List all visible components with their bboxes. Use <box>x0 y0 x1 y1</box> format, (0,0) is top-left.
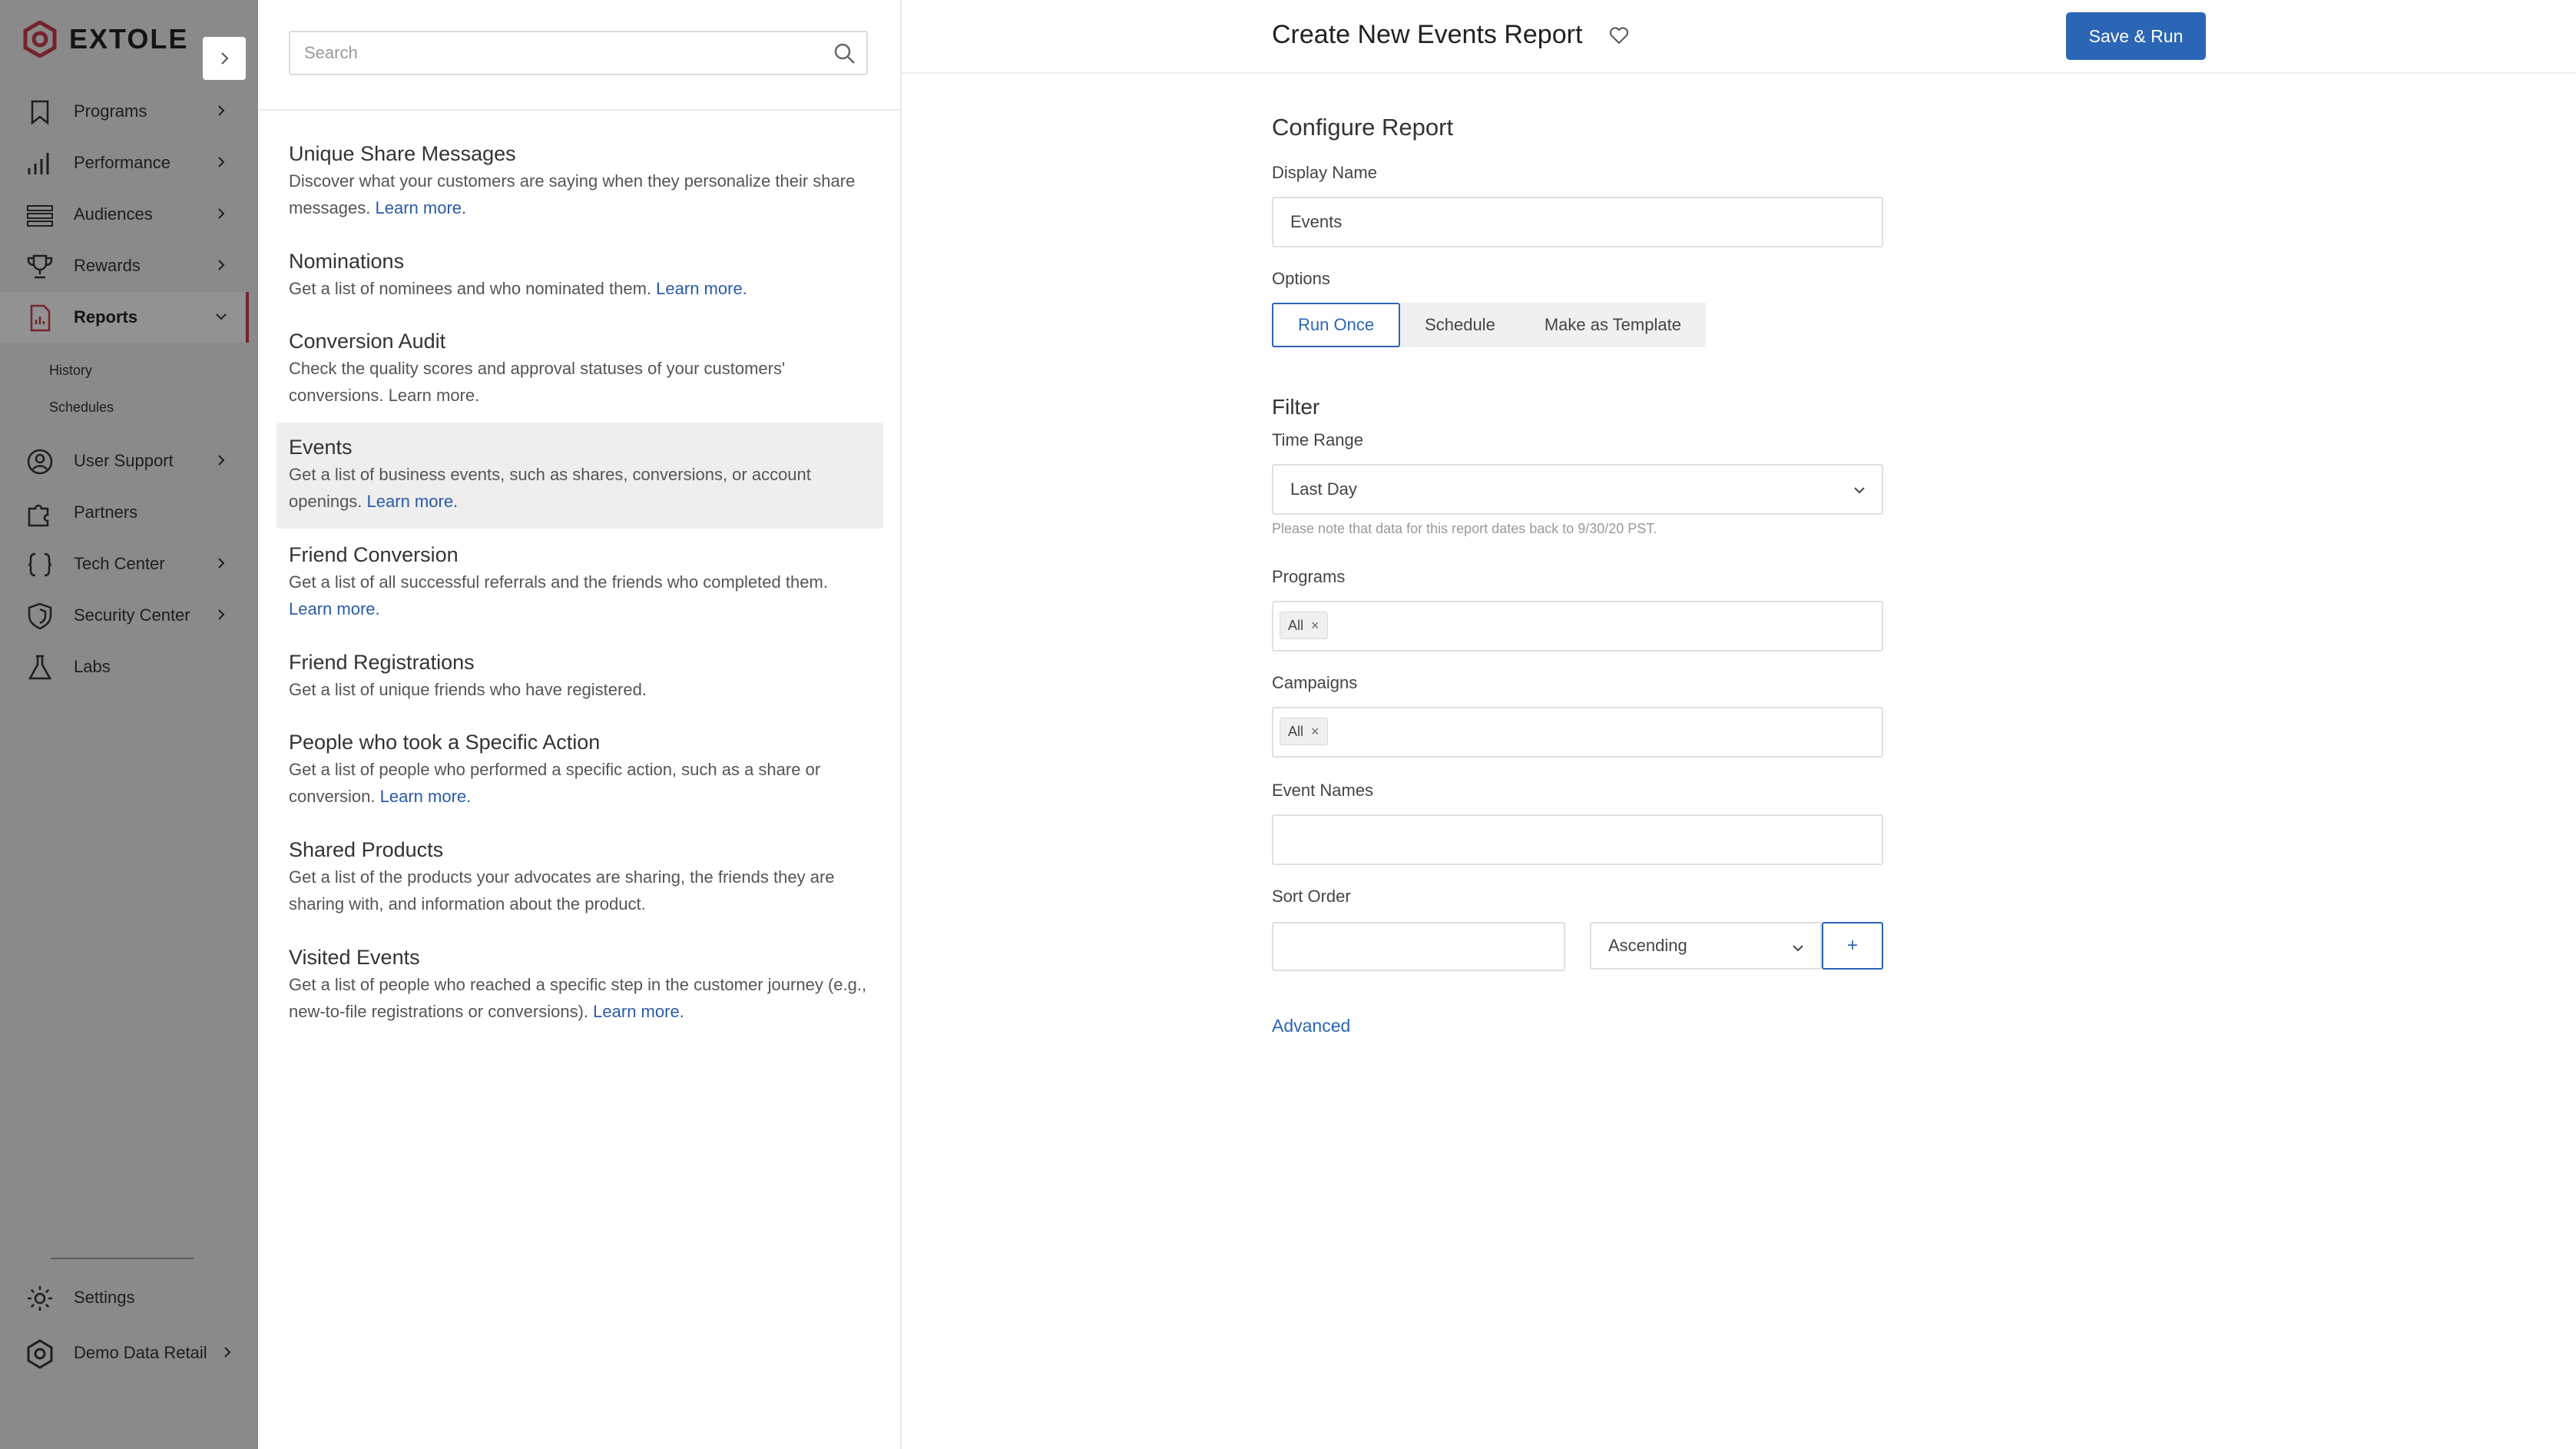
event-names-input[interactable] <box>1273 816 1882 864</box>
save-and-run-button[interactable]: Save & Run <box>2066 12 2206 60</box>
chevron-down-icon <box>1793 945 1803 952</box>
tag-label: All <box>1288 723 1304 739</box>
search-input[interactable] <box>290 32 866 74</box>
tag-remove-icon[interactable]: × <box>1311 724 1319 740</box>
chevron-right-icon <box>221 52 229 65</box>
campaigns-tag: All × <box>1280 718 1328 745</box>
report-description: Get a list of the products your advocate… <box>289 867 835 914</box>
report-title: Visited Events <box>289 946 420 969</box>
sidebar-overlay <box>0 0 258 1449</box>
report-description: Get a list of all successful referrals a… <box>289 572 828 618</box>
schedule-option[interactable]: Schedule <box>1400 303 1520 347</box>
report-title: Friend Conversion <box>289 543 459 566</box>
time-range-label: Time Range <box>1272 430 1364 449</box>
chevron-down-icon <box>1854 487 1865 494</box>
report-type-conversion-audit[interactable]: Conversion Audit Check the quality score… <box>276 317 883 419</box>
heart-icon[interactable] <box>1608 25 1630 46</box>
report-title: Unique Share Messages <box>289 142 516 165</box>
learn-more-link[interactable]: Learn more. <box>380 787 472 806</box>
event-names-field[interactable] <box>1272 814 1883 865</box>
report-title: Nominations <box>289 250 405 273</box>
display-name-input[interactable] <box>1273 198 1882 246</box>
report-config: Create New Events Report Save & Run Conf… <box>902 0 2576 1449</box>
report-type-panel: Unique Share Messages Discover what your… <box>258 0 902 1449</box>
display-name-field[interactable] <box>1272 197 1883 247</box>
event-names-label: Event Names <box>1272 781 1374 800</box>
tag-remove-icon[interactable]: × <box>1311 618 1319 634</box>
report-title: People who took a Specific Action <box>289 731 601 754</box>
configure-heading: Configure Report <box>1272 114 1454 141</box>
run-once-option[interactable]: Run Once <box>1272 303 1401 347</box>
report-type-events[interactable]: Events Get a list of business events, su… <box>276 423 883 529</box>
programs-tag: All × <box>1280 612 1328 639</box>
search-icon[interactable] <box>833 41 857 66</box>
report-description: Get a list of business events, such as s… <box>289 465 811 511</box>
report-type-shared-products[interactable]: Shared Products Get a list of the produc… <box>276 825 883 928</box>
report-description: Get a list of people who reached a speci… <box>289 975 867 1021</box>
collapse-sidebar-button-front[interactable] <box>203 37 246 80</box>
report-description: Check the quality scores and approval st… <box>289 359 786 405</box>
sort-field-input[interactable] <box>1273 923 1564 970</box>
learn-more-link[interactable]: Learn more. <box>593 1002 684 1021</box>
report-title: Friend Registrations <box>289 651 475 674</box>
report-description: Discover what your customers are saying … <box>289 171 856 217</box>
data-range-note: Please note that data for this report da… <box>1272 521 1657 536</box>
make-as-template-option[interactable]: Make as Template <box>1519 303 1706 347</box>
sort-field[interactable] <box>1272 922 1565 971</box>
sort-direction-value: Ascending <box>1608 936 1687 955</box>
programs-multiselect[interactable]: All × <box>1272 601 1883 652</box>
campaigns-label: Campaigns <box>1272 673 1358 692</box>
report-description: Get a list of unique friends who have re… <box>289 680 647 699</box>
options-segmented-control: Run Once Schedule Make as Template <box>1272 303 1706 347</box>
learn-more-link[interactable]: Learn more. <box>376 198 467 217</box>
report-description: Get a list of people who performed a spe… <box>289 760 821 806</box>
learn-more-link[interactable]: Learn more. <box>289 599 380 618</box>
time-range-select[interactable]: Last Day <box>1272 464 1883 515</box>
page-title: Create New Events Report <box>1272 20 1583 49</box>
tag-label: All <box>1288 617 1304 633</box>
report-type-nominations[interactable]: Nominations Get a list of nominees and w… <box>276 237 883 313</box>
header-divider <box>902 72 2576 74</box>
display-name-label: Display Name <box>1272 163 1377 182</box>
sort-order-label: Sort Order <box>1272 887 1351 906</box>
options-label: Options <box>1272 269 1330 288</box>
report-type-visited-events[interactable]: Visited Events Get a list of people who … <box>276 933 883 1036</box>
learn-more-link[interactable]: Learn more. <box>367 492 459 511</box>
panel-divider <box>258 109 900 111</box>
campaigns-multiselect[interactable]: All × <box>1272 707 1883 758</box>
report-type-unique-share-messages[interactable]: Unique Share Messages Discover what your… <box>276 129 883 232</box>
search-box[interactable] <box>289 31 868 75</box>
report-type-friend-conversion[interactable]: Friend Conversion Get a list of all succ… <box>276 530 883 633</box>
add-sort-button[interactable]: + <box>1822 922 1883 970</box>
report-type-friend-registrations[interactable]: Friend Registrations Get a list of uniqu… <box>276 638 883 714</box>
sort-direction-select[interactable]: Ascending <box>1590 922 1822 970</box>
time-range-value: Last Day <box>1290 479 1357 499</box>
report-description: Get a list of nominees and who nominated… <box>289 279 747 298</box>
report-title: Shared Products <box>289 838 444 861</box>
report-type-specific-action[interactable]: People who took a Specific Action Get a … <box>276 718 883 821</box>
sidebar: EXTOLE Programs Performance Audiences Re… <box>0 0 258 1449</box>
programs-label: Programs <box>1272 567 1346 586</box>
report-title: Events <box>289 436 353 459</box>
advanced-link[interactable]: Advanced <box>1272 1016 1350 1036</box>
learn-more-link[interactable]: Learn more. <box>656 279 747 298</box>
report-title: Conversion Audit <box>289 330 446 353</box>
filter-heading: Filter <box>1272 395 1320 419</box>
